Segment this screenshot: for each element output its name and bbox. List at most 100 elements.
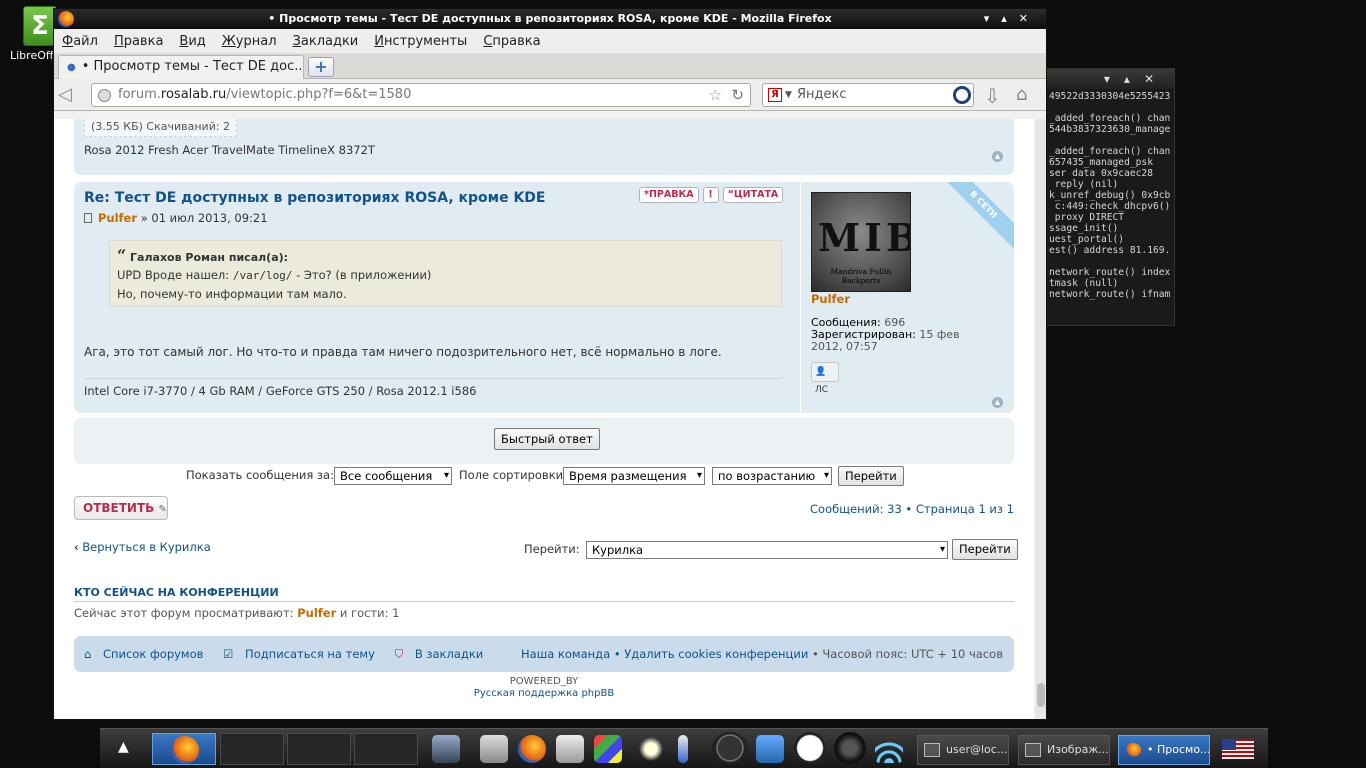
terminal-icon[interactable] xyxy=(480,735,508,763)
whos-online-user[interactable]: Pulfer xyxy=(297,606,336,620)
window-title: • Просмотр темы - Тест DE доступных в ре… xyxy=(268,12,832,25)
home-icon[interactable]: ⌂ xyxy=(1016,84,1027,105)
footer: ⌂ Список форумов ☑ Подписаться на тему ⛉… xyxy=(74,636,1014,672)
back-to-top-icon[interactable]: ▲ xyxy=(992,151,1003,162)
avatar-caption: Mandriva Fullin Backports xyxy=(830,267,892,285)
whos-online-title: КТО СЕЙЧАС НА КОНФЕРЕНЦИИ xyxy=(74,586,1014,602)
show-posts-label: Показать сообщения за: xyxy=(186,468,334,482)
menu-history[interactable]: Журнал xyxy=(222,34,277,49)
window-controls[interactable]: ▾▴✕ xyxy=(984,9,1040,29)
bookmark-link[interactable]: ⛉ В закладки xyxy=(395,647,492,661)
terminal-window-controls[interactable]: ▾▴✕ xyxy=(1041,69,1174,89)
sort-bar: Показать сообщения за: Все сообщения Пол… xyxy=(74,465,1014,487)
profile-stats: Сообщения: 696 Зарегистрирован: 15 фев 2… xyxy=(811,317,991,353)
avatar-logo: MIB xyxy=(818,215,910,260)
files-icon[interactable] xyxy=(756,735,784,763)
monitor-icon[interactable] xyxy=(432,735,460,763)
new-tab-button[interactable]: + xyxy=(308,57,334,77)
workspace-4[interactable] xyxy=(354,733,418,765)
reload-icon[interactable]: ↻ xyxy=(731,84,744,106)
reply-button[interactable]: ОТВЕТИТЬ ✎ xyxy=(74,496,168,520)
powered-by: POWERED_BY Русская поддержка phpBB xyxy=(74,676,1014,700)
task-firefox[interactable]: • Просмо... xyxy=(1118,735,1210,765)
clock-icon[interactable] xyxy=(794,732,826,764)
tab-label: • Просмотр темы - Тест DE дос... xyxy=(81,59,304,74)
chevron-down-icon[interactable]: ▼ xyxy=(785,84,792,106)
post-buttons: *ПРАВКА! “ЦИТАТА xyxy=(639,187,787,203)
url-bar[interactable]: forum.rosalab.ru/viewtopic.php?f=6&t=158… xyxy=(91,83,751,107)
jump-select[interactable]: Курилка xyxy=(586,541,948,559)
whos-online-pre: Сейчас этот форум просматривают: xyxy=(74,606,298,620)
pm-button[interactable]: 👤 ЛС xyxy=(811,362,839,395)
menu-help[interactable]: Справка xyxy=(483,34,540,49)
download-icon[interactable]: ⇩ xyxy=(984,84,1001,108)
delete-cookies-link[interactable]: Удалить cookies конференции xyxy=(624,647,808,661)
volume-knob-icon[interactable] xyxy=(834,732,866,764)
nav-bar: ◁ forum.rosalab.ru/viewtopic.php?f=6&t=1… xyxy=(54,79,1046,111)
firefox-icon[interactable] xyxy=(518,735,546,763)
search-bar[interactable]: Я ▼ Яндекс xyxy=(762,83,974,107)
menu-edit[interactable]: Правка xyxy=(114,34,163,49)
tab-topic[interactable]: ● • Просмотр темы - Тест DE дос... xyxy=(58,55,304,79)
post-text: Ага, это тот самый лог. Но что-то и прав… xyxy=(84,345,722,359)
report-button[interactable]: ! xyxy=(702,187,719,203)
lightbulb-icon[interactable] xyxy=(637,735,665,763)
settings-icon[interactable] xyxy=(594,735,622,763)
workspace-1[interactable] xyxy=(152,733,216,765)
sort-field-select[interactable]: Время размещения xyxy=(563,467,705,485)
chevron-up-icon[interactable]: ▲ xyxy=(118,739,129,755)
search-icon[interactable] xyxy=(953,86,971,104)
team-link[interactable]: Наша команда xyxy=(521,647,610,661)
menu-bar: Файл Правка Вид Журнал Закладки Инструме… xyxy=(54,29,1046,53)
workspace-2[interactable] xyxy=(220,733,284,765)
media-player-icon[interactable] xyxy=(556,735,584,763)
back-to-top-icon[interactable]: ▲ xyxy=(992,397,1003,408)
quote-line-2: Но, почему-то информации там мало. xyxy=(117,287,347,301)
page-content: (3.55 КБ) Скачиваний: 2 Rosa 2012 Fresh … xyxy=(54,119,1034,719)
quick-reply-button[interactable]: Быстрый ответ xyxy=(494,428,600,450)
post: Re: Тест DE доступных в репозиториях ROS… xyxy=(74,182,1014,413)
forums-list-link[interactable]: ⌂ Список форумов xyxy=(84,647,211,661)
firefox-icon xyxy=(1125,743,1141,757)
whos-online-text: Сейчас этот форум просматривают: Pulfer … xyxy=(74,606,399,620)
quote-button[interactable]: “ЦИТАТА xyxy=(722,187,784,203)
phpbb-link[interactable]: Русская поддержка phpBB xyxy=(74,688,1014,700)
back-link-label: Вернуться в Курилка xyxy=(82,540,211,554)
checkbox-icon: ☑ xyxy=(223,647,234,661)
bookmark-star-icon[interactable]: ☆ xyxy=(709,84,722,106)
thermometer-icon xyxy=(678,735,688,763)
post-author[interactable]: Pulfer xyxy=(98,211,137,225)
jump-go-button[interactable]: Перейти xyxy=(952,539,1018,560)
us-flag-icon[interactable] xyxy=(1222,739,1254,759)
calc-icon: Σ xyxy=(23,6,57,46)
terminal-window[interactable]: ▾▴✕ 49522d3330304e5255423 _added_foreach… xyxy=(1040,68,1175,326)
wifi-icon[interactable] xyxy=(875,735,903,763)
workspace-3[interactable] xyxy=(287,733,351,765)
profile-username[interactable]: Pulfer xyxy=(811,292,850,306)
subscribe-link[interactable]: ☑ Подписаться на тему xyxy=(223,647,383,661)
quote-line-1-post: - Это? (в приложении) xyxy=(292,268,432,282)
post-title[interactable]: Re: Тест DE доступных в репозиториях ROS… xyxy=(84,190,546,206)
firefox-icon xyxy=(58,11,74,27)
edit-button-label: ПРАВКА xyxy=(648,189,694,200)
back-arrow-icon[interactable]: ◁ xyxy=(58,85,82,105)
sort-order-select[interactable]: по возрастанию xyxy=(712,467,832,485)
menu-bookmarks[interactable]: Закладки xyxy=(293,34,359,49)
bookmark-label: В закладки xyxy=(414,647,484,661)
menu-file[interactable]: Файл xyxy=(62,34,98,49)
menu-view[interactable]: Вид xyxy=(179,34,205,49)
scrollbar-thumb[interactable] xyxy=(1037,683,1045,707)
sort-go-button[interactable]: Перейти xyxy=(838,466,904,486)
back-link[interactable]: ‹ Вернуться в Курилка xyxy=(74,540,211,554)
menu-tools[interactable]: Инструменты xyxy=(374,34,467,49)
task-terminal[interactable]: user@loc... xyxy=(917,735,1009,765)
jump-label: Перейти: xyxy=(524,542,580,556)
post-profile: MIB Mandriva Fullin Backports Pulfer Соо… xyxy=(800,182,1014,413)
task-image-viewer[interactable]: Изображ... xyxy=(1018,735,1110,765)
scrollbar[interactable] xyxy=(1035,119,1046,719)
edit-button[interactable]: *ПРАВКА xyxy=(639,187,699,203)
firefox-window[interactable]: • Просмотр темы - Тест DE доступных в ре… xyxy=(53,8,1047,720)
sort-field-label: Поле сортировки xyxy=(459,468,564,482)
title-bar[interactable]: • Просмотр темы - Тест DE доступных в ре… xyxy=(54,9,1046,29)
show-posts-select[interactable]: Все сообщения xyxy=(334,467,452,485)
